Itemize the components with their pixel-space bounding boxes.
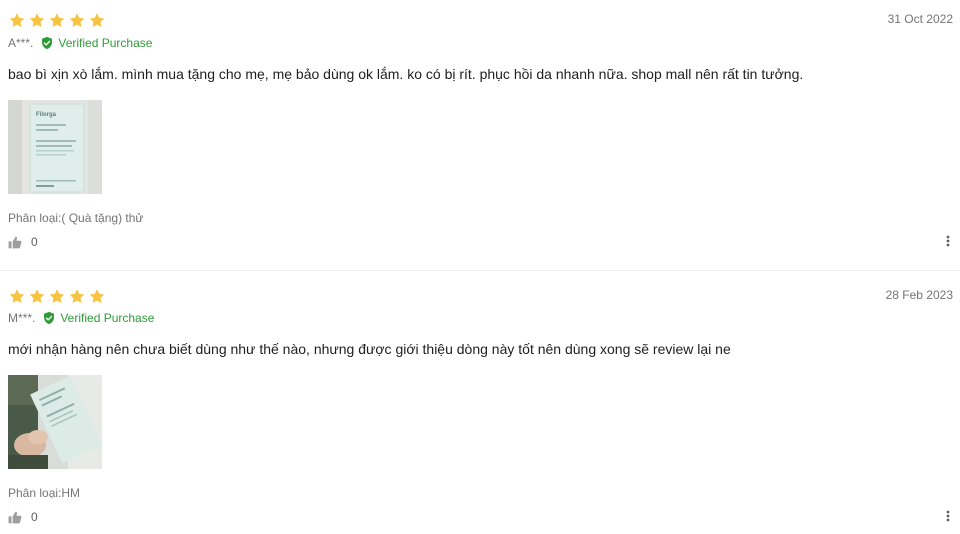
product-photo-image [8,375,102,469]
thumbs-up-icon[interactable] [8,236,22,249]
more-vertical-icon[interactable] [946,235,950,247]
reviewer-name: A***. [8,36,34,50]
product-brand-mark: Filorga [36,112,57,118]
verified-purchase-label: Verified Purchase [58,36,153,50]
rating-stars [8,288,106,305]
like-row: 0 [8,509,38,525]
star-icon [29,13,45,28]
review-photo[interactable]: Filorga [8,100,102,194]
star-icon [69,289,85,304]
review-date: 31 Oct 2022 [887,12,953,26]
product-photo-image: Filorga [8,100,102,194]
verified-check-icon [44,311,55,325]
star-icon [49,289,65,304]
star-icon [9,289,25,304]
variant-label: Phân loại:HM [8,486,81,500]
review-date: 28 Feb 2023 [885,288,953,302]
star-icon [49,13,65,28]
reviewer-row: A***. Verified Purchase [8,35,152,51]
review-text: bao bì xịn xò lắm. mình mua tặng cho mẹ,… [8,66,804,82]
review-photo[interactable] [8,375,102,469]
reviewer-row: M***. Verified Purchase [8,310,154,326]
like-row: 0 [8,234,38,250]
verified-check-icon [42,36,53,50]
thumbs-up-icon[interactable] [8,511,22,524]
variant-label: Phân loại:( Quà tặng) thử [8,211,144,225]
star-icon [29,289,45,304]
verified-purchase-label: Verified Purchase [60,311,155,325]
reviewer-name: M***. [8,311,36,325]
rating-stars [8,12,106,29]
star-icon [69,13,85,28]
star-icon [9,13,25,28]
star-icon [89,289,105,304]
review-item: 31 Oct 2022 A***. Verified Purchase bao … [0,0,960,271]
more-vertical-icon[interactable] [946,510,950,522]
review-text: mới nhận hàng nên chưa biết dùng như thế… [8,341,731,357]
like-count: 0 [31,235,38,249]
star-icon [89,13,105,28]
review-item: 28 Feb 2023 M***. Verified Purchase mới … [0,276,960,534]
like-count: 0 [31,510,38,524]
